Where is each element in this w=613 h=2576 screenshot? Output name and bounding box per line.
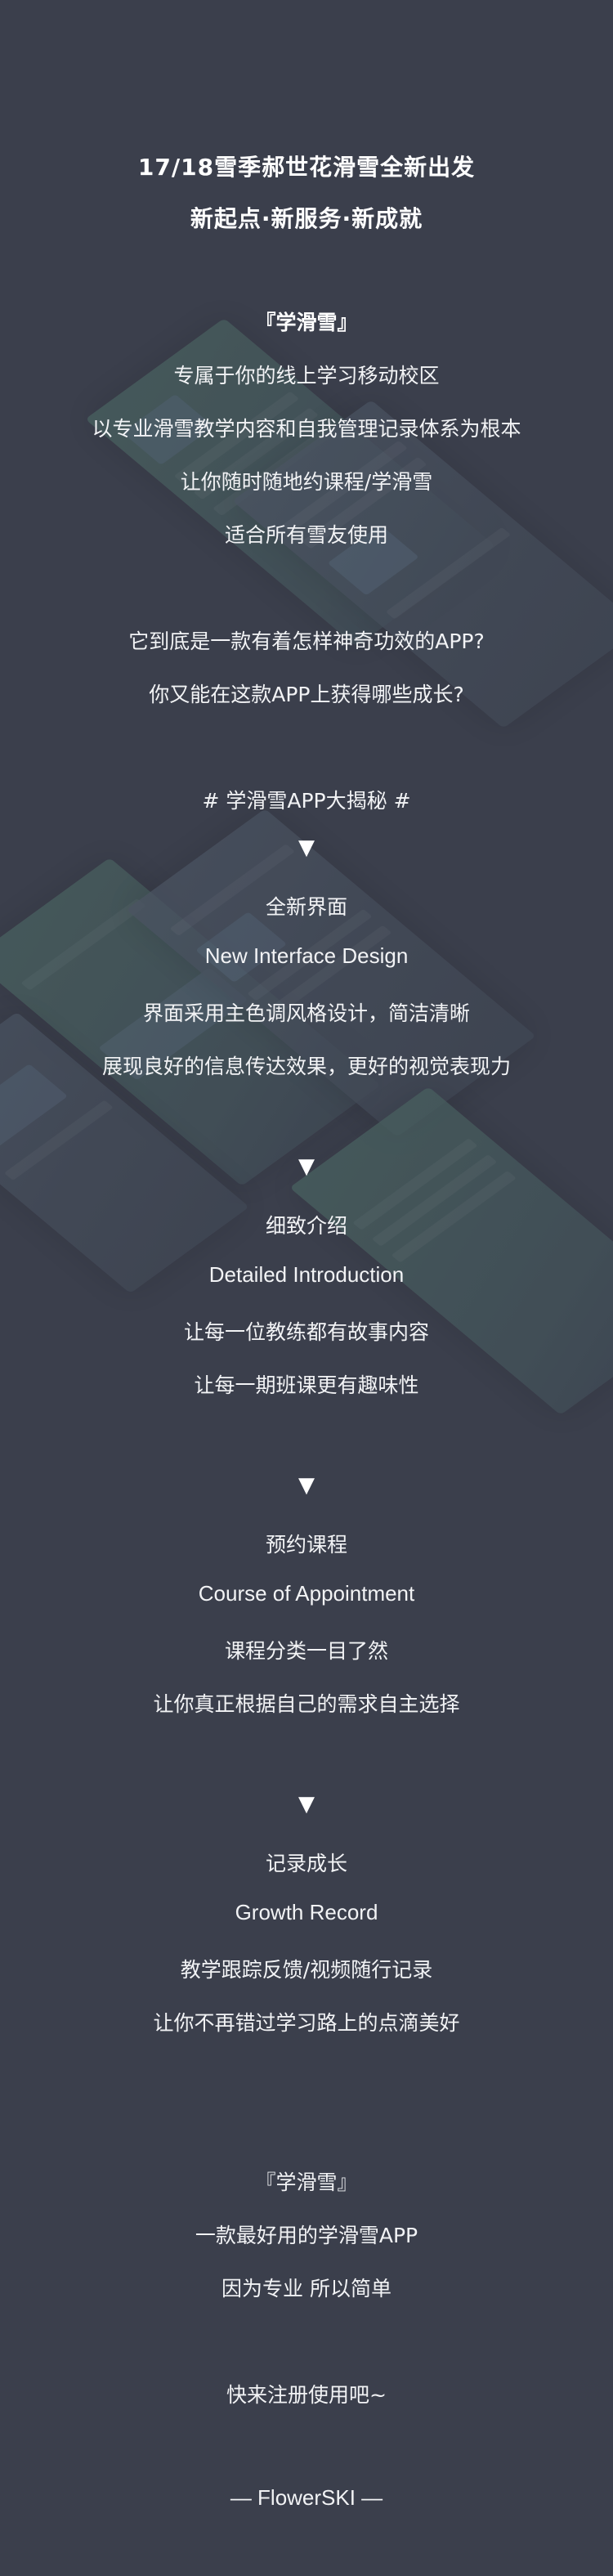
section-line: 让你真正根据自己的需求自主选择 xyxy=(153,1692,460,1716)
intro-line: 专属于你的线上学习移动校区 xyxy=(173,364,440,388)
intro-line: 适合所有雪友使用 xyxy=(224,523,388,547)
section-title-en: Course of Appointment xyxy=(198,1581,415,1606)
down-arrow-icon: ▼ xyxy=(298,836,315,860)
outro-line: 一款最好用的学滑雪APP xyxy=(195,2224,418,2247)
headline-season: 17/18雪季郝世花滑雪全新出发 xyxy=(137,154,476,181)
call-to-action: 快来注册使用吧~ xyxy=(226,2383,387,2407)
section-title-cn: 细致介绍 xyxy=(265,1214,347,1238)
app-screenshot-mockup xyxy=(289,1086,613,1415)
section-title-en: Detailed Introduction xyxy=(208,1262,405,1287)
section-line: 教学跟踪反馈/视频随行记录 xyxy=(180,1958,433,1982)
brand-name: 『学滑雪』 xyxy=(255,311,358,334)
question-line: 你又能在这款APP上获得哪些成长? xyxy=(149,683,464,706)
section-title-cn: 预约课程 xyxy=(265,1533,347,1557)
section-title-cn: 记录成长 xyxy=(265,1852,347,1875)
section-line: 展现良好的信息传达效果，更好的视觉表现力 xyxy=(101,1055,511,1078)
section-title-en: Growth Record xyxy=(235,1900,378,1924)
section-title-cn: 全新界面 xyxy=(265,895,347,919)
outro-line: 因为专业 所以简单 xyxy=(221,2277,392,2300)
section-line: 课程分类一目了然 xyxy=(224,1639,388,1663)
intro-line: 让你随时随地约课程/学滑雪 xyxy=(180,470,433,494)
down-arrow-icon: ▼ xyxy=(298,1154,315,1179)
section-title-en: New Interface Design xyxy=(204,943,409,968)
intro-line: 以专业滑雪教学内容和自我管理记录体系为根本 xyxy=(92,417,521,441)
question-line: 它到底是一款有着怎样神奇功效的APP? xyxy=(128,629,485,653)
section-line: 让你不再错过学习路上的点滴美好 xyxy=(153,2011,460,2035)
signature: — FlowerSKI — xyxy=(230,2485,383,2510)
outro-brand-name: 『学滑雪』 xyxy=(255,2171,358,2194)
down-arrow-icon: ▼ xyxy=(298,1473,315,1498)
section-line: 让每一位教练都有故事内容 xyxy=(183,1320,429,1344)
down-arrow-icon: ▼ xyxy=(298,1792,315,1817)
headline-tagline: 新起点·新服务·新成就 xyxy=(190,205,423,232)
section-line: 让每一期班课更有趣味性 xyxy=(194,1373,419,1397)
section-line: 界面采用主色调风格设计，简洁清晰 xyxy=(142,1001,470,1025)
reveal-tag: # 学滑雪APP大揭秘 # xyxy=(202,789,411,813)
